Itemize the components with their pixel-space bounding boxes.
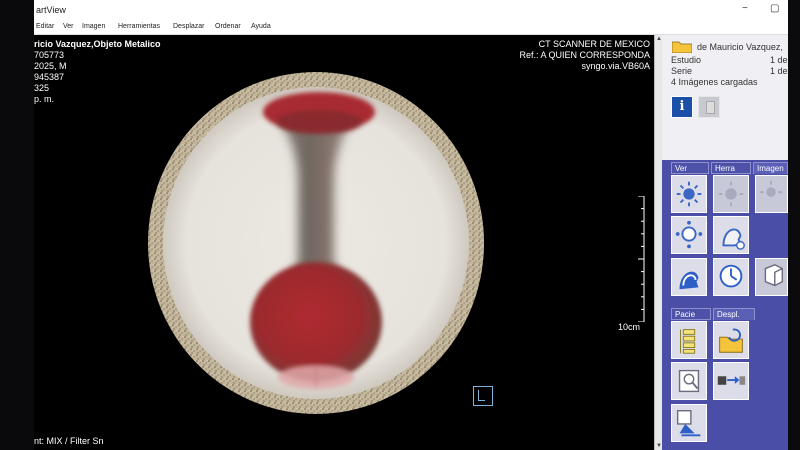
copy-button[interactable] [698, 96, 720, 118]
tab-desplazar[interactable]: Despl. [713, 308, 755, 320]
tab-ver[interactable]: Ver [671, 162, 709, 174]
patient-browser-icon[interactable] [671, 362, 707, 400]
head-refresh-icon[interactable] [713, 258, 749, 296]
referring-physician: Ref.: A QUIEN CORRESPONDA [519, 50, 650, 60]
series-value: 1 de [770, 66, 788, 76]
images-loaded: 4 Imágenes cargadas [671, 77, 758, 87]
left-screen-bezel [0, 0, 34, 450]
menu-ver[interactable]: Ver [63, 23, 74, 30]
brightness-2-icon[interactable] [755, 175, 788, 213]
layout-corner-icon[interactable] [473, 386, 493, 406]
software-version: syngo.via.VB60A [581, 61, 650, 71]
cube-rotate-icon[interactable] [755, 258, 788, 296]
menu-desplazar[interactable]: Desplazar [173, 23, 205, 30]
folder-refresh-icon[interactable] [713, 321, 749, 359]
kernel-info: nt: MIX / Filter Sn [34, 436, 104, 446]
export-icon[interactable] [671, 404, 707, 442]
series-label: Serie [671, 66, 693, 76]
window-title: artView [36, 5, 66, 15]
brightness-icon[interactable] [671, 175, 707, 213]
maximize-button[interactable]: ▢ [770, 3, 779, 14]
institution-name: CT SCANNER DE MEXICO [538, 39, 650, 49]
film-export-icon[interactable] [713, 362, 749, 400]
info-button[interactable]: i [671, 96, 693, 118]
tab-paciente[interactable]: Pacie [671, 308, 711, 320]
menu-editar[interactable]: Editar [36, 23, 54, 30]
patient-list-icon[interactable] [671, 321, 707, 359]
patient-birth: 2025, M [34, 61, 67, 71]
head-clock-icon[interactable] [671, 258, 707, 296]
title-bar: artView − ▢ [34, 0, 788, 20]
ct-scan-image[interactable] [148, 72, 485, 414]
patient-name: ricio Vazquez,Objeto Metalico [34, 39, 161, 49]
scale-ruler [638, 196, 645, 322]
right-screen-bezel [788, 0, 800, 450]
folder-icon[interactable] [672, 40, 692, 53]
patient-id: 705773 [34, 50, 65, 60]
menu-herramientas[interactable]: Herramientas [118, 23, 160, 30]
tab-imagen[interactable]: Imagen [753, 162, 788, 174]
study-label: Estudio [671, 55, 702, 65]
panel-patient-name: de Mauricio Vazquez, [697, 42, 783, 52]
study-date: 325 [34, 83, 50, 93]
tab-herramientas[interactable]: Herra [711, 162, 751, 174]
scale-label: 10cm [618, 322, 641, 332]
head-profile-icon[interactable] [713, 216, 749, 254]
institution-overlay: CT SCANNER DE MEXICO Ref.: A QUIEN CORRE… [519, 39, 650, 72]
menu-ayuda[interactable]: Ayuda [251, 23, 271, 30]
vase-bulb [250, 262, 382, 382]
study-value: 1 de [770, 55, 788, 65]
minimize-button[interactable]: − [742, 3, 748, 14]
menu-ordenar[interactable]: Ordenar [215, 23, 241, 30]
vase-base [278, 365, 354, 389]
menu-bar: Editar Ver Imagen Herramientas Desplazar… [34, 20, 788, 35]
patient-overlay: ricio Vazquez,Objeto Metalico 705773 202… [34, 39, 161, 105]
brightness-dim-icon[interactable] [713, 175, 749, 213]
accession-number: 945387 [34, 72, 65, 82]
menu-imagen[interactable]: Imagen [82, 23, 105, 30]
viewport-scrollbar[interactable]: ▲ ▼ [654, 35, 662, 450]
head-rotate-icon[interactable] [671, 216, 707, 254]
study-time: p. m. [34, 94, 55, 104]
